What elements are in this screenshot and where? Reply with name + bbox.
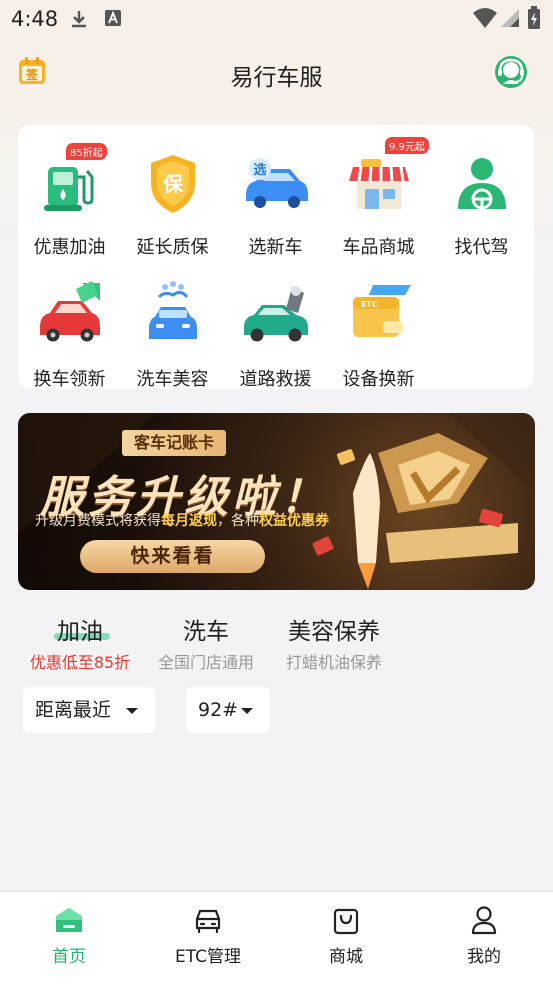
banner-subtitle-part: 升级月费模式将获得 <box>35 513 161 529</box>
tab-title: 洗车 <box>183 619 229 645</box>
battery-icon <box>528 6 540 29</box>
shield-icon: 保 <box>151 155 195 213</box>
nav-label: ETC管理 <box>175 947 241 967</box>
service-item-fuel[interactable]: 85折起 优惠加油 <box>18 137 121 258</box>
status-time: 4:48 <box>11 7 59 31</box>
service-item-driver[interactable]: 找代驾 <box>430 137 533 258</box>
svg-text:选: 选 <box>253 162 266 178</box>
road-rescue-icon <box>244 286 308 342</box>
svg-text:ETC: ETC <box>361 300 378 309</box>
nav-etc[interactable]: ETC管理 <box>148 904 268 967</box>
service-item-car-wash[interactable]: 洗车美容 <box>121 269 224 390</box>
banner-cta-button[interactable]: 快来看看 <box>80 540 265 573</box>
etc-device-icon: ETC <box>353 285 411 337</box>
service-tag: 85折起 <box>66 143 107 160</box>
nav-label: 首页 <box>52 947 86 967</box>
nav-label: 我的 <box>467 947 501 967</box>
service-item-warranty[interactable]: 保 延长质保 <box>121 137 224 258</box>
service-label: 车品商城 <box>342 237 415 258</box>
tab-car-wash[interactable]: 洗车 全国门店通用 <box>146 612 266 673</box>
page-title: 易行车服 <box>230 65 323 91</box>
service-label: 设备换新 <box>342 369 415 390</box>
trade-in-car-icon <box>40 281 100 342</box>
service-label: 延长质保 <box>136 237 209 258</box>
caret-down-icon <box>126 708 138 714</box>
service-item-store[interactable]: 9.9元起 车品商城 <box>327 137 430 258</box>
banner-highlight: 每月返现 <box>161 513 217 529</box>
tab-fuel[interactable]: 加油 优惠低至85折 <box>20 612 140 673</box>
service-item-new-car[interactable]: 选 选新车 <box>224 137 327 258</box>
fuel-grade-label: 92# <box>198 699 239 721</box>
service-label: 洗车美容 <box>136 369 209 390</box>
service-label: 优惠加油 <box>33 237 106 258</box>
service-label: 换车领新 <box>33 369 106 390</box>
new-car-icon: 选 <box>246 158 308 208</box>
banner-subtitle: 升级月费模式将获得每月返现，各种权益优惠券 <box>35 510 329 530</box>
banner-subtitle-part: ，各种 <box>217 513 259 529</box>
tab-title: 美容保养 <box>288 619 380 645</box>
service-label: 道路救援 <box>239 369 312 390</box>
download-icon <box>72 11 86 28</box>
service-label: 找代驾 <box>454 237 509 258</box>
car-wash-icon <box>149 281 197 339</box>
signal-icon <box>501 9 519 27</box>
home-icon <box>56 908 82 932</box>
user-icon <box>471 906 497 935</box>
bottom-nav: 首页 ETC管理 商城 我的 <box>0 891 553 984</box>
sort-filter-label: 距离最近 <box>35 699 112 721</box>
tab-subtitle: 打蜡机油保养 <box>285 653 382 672</box>
nav-profile[interactable]: 我的 <box>424 904 544 967</box>
status-bar: 4:48 <box>0 0 553 38</box>
fuel-grade-dropdown[interactable]: 92# <box>186 687 270 733</box>
service-item-trade-in[interactable]: 换车领新 <box>18 269 121 390</box>
caret-down-icon <box>241 708 253 714</box>
keyboard-a-icon <box>105 10 121 26</box>
tab-beauty-maintenance[interactable]: 美容保养 打蜡机油保养 <box>274 612 394 673</box>
banner-highlight: 权益优惠券 <box>259 513 329 529</box>
nav-label: 商城 <box>329 947 363 967</box>
wifi-icon <box>473 8 497 28</box>
banner-tagline: 客车记账卡 <box>122 430 227 456</box>
nav-store[interactable]: 商城 <box>286 904 406 967</box>
nav-home[interactable]: 首页 <box>9 904 129 967</box>
shopping-bag-icon <box>333 908 359 935</box>
tab-subtitle: 全国门店通用 <box>157 653 254 672</box>
tab-title: 加油 <box>57 619 103 645</box>
car-front-icon <box>195 909 221 934</box>
customer-service-icon[interactable] <box>493 54 529 90</box>
store-icon <box>349 159 409 209</box>
service-tag: 9.9元起 <box>385 137 429 154</box>
svg-text:保: 保 <box>162 172 184 196</box>
driver-icon <box>458 158 506 210</box>
promo-banner[interactable]: 客车记账卡 服务升级啦！ 升级月费模式将获得每月返现，各种权益优惠券 快来看看 <box>18 413 535 590</box>
sort-filter-dropdown[interactable]: 距离最近 <box>23 687 155 733</box>
service-label: 选新车 <box>248 237 303 258</box>
service-item-road-rescue[interactable]: 道路救援 <box>224 269 327 390</box>
app-header: 签 易行车服 <box>0 46 553 98</box>
service-item-device-upgrade[interactable]: ETC 设备换新 <box>327 269 430 390</box>
services-card: 85折起 优惠加油 保 延长质保 选 选新车 9.9元起 车品商城 找代驾 换车… <box>18 125 534 390</box>
tab-subtitle: 优惠低至85折 <box>29 653 131 672</box>
